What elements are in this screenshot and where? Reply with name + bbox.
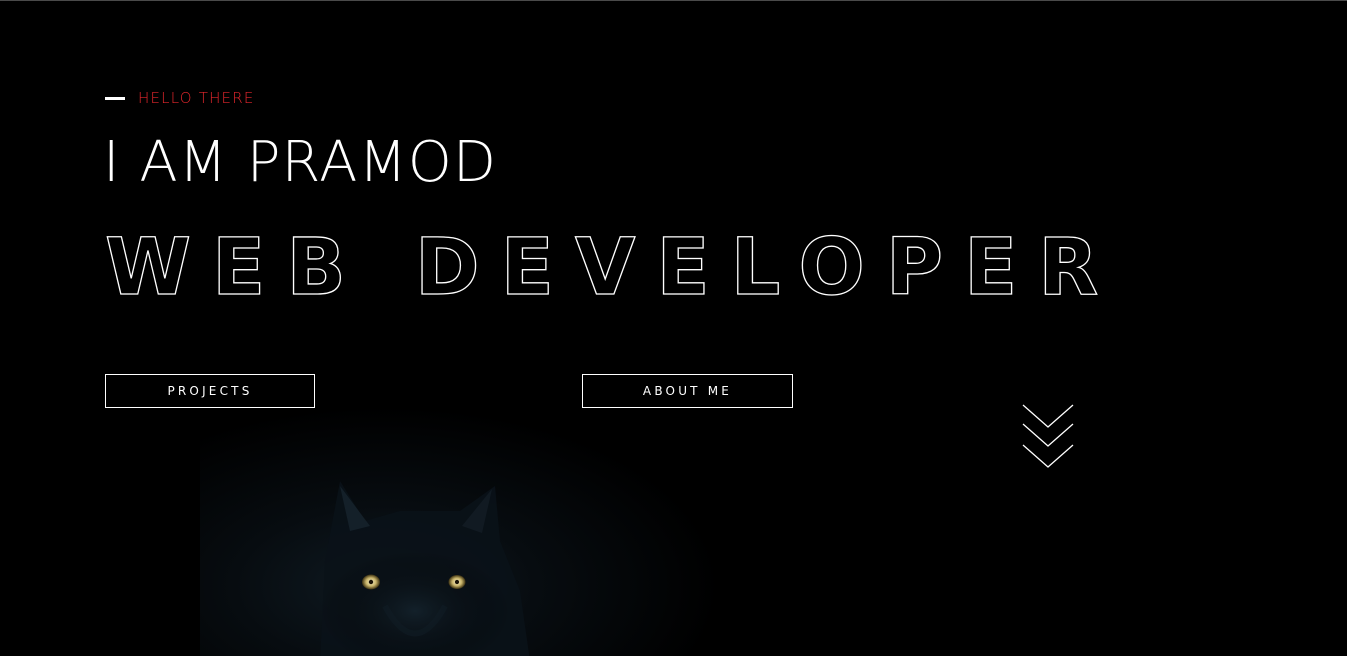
role-heading: WEB DEVELOPER: [104, 222, 1099, 313]
hero-page: HELLO THERE I AM PRAMOD WEB DEVELOPER PR…: [0, 0, 1347, 656]
about-me-button[interactable]: ABOUT ME: [582, 374, 793, 408]
greeting-text: HELLO THERE: [138, 89, 255, 107]
role-heading-text: WEB DEVELOPER: [105, 223, 1119, 313]
greeting-dash: [105, 96, 125, 100]
name-heading: I AM PRAMOD: [103, 130, 497, 195]
chevron-triple-down-icon[interactable]: [1021, 403, 1075, 473]
projects-button[interactable]: PROJECTS: [105, 374, 315, 408]
greeting: HELLO THERE: [105, 89, 255, 107]
